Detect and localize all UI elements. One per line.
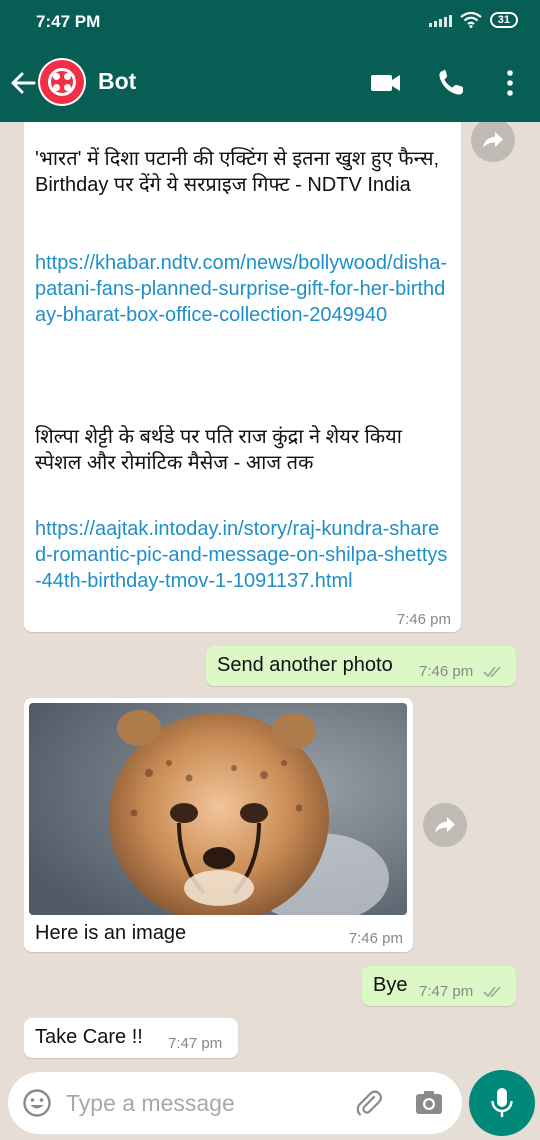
- more-options-icon[interactable]: [496, 68, 524, 98]
- outgoing-message[interactable]: Bye 7:47 pm: [362, 966, 516, 1006]
- news-link-1[interactable]: https://khabar.ndtv.com/news/bollywood/d…: [35, 250, 450, 328]
- forward-icon: [483, 132, 503, 148]
- status-indicators: 31: [428, 12, 518, 28]
- chat-messages[interactable]: 'भारत' में दिशा पटानी की एक्टिंग से इतना…: [0, 122, 540, 1072]
- cheetah-cub-photo[interactable]: [29, 703, 407, 915]
- wifi-icon: [460, 12, 482, 28]
- chat-header: Bot: [0, 44, 540, 122]
- battery-level: 31: [489, 12, 518, 28]
- status-bar: 7:47 PM 31: [0, 0, 540, 44]
- mic-icon: [491, 1088, 513, 1117]
- mic-button[interactable]: [469, 1070, 535, 1136]
- news-headline-1: 'भारत' में दिशा पटानी की एक्टिंग से इतना…: [35, 148, 440, 196]
- back-arrow-icon[interactable]: [8, 68, 38, 98]
- news-link-2[interactable]: https://aajtak.intoday.in/story/raj-kund…: [35, 516, 450, 594]
- image-caption: Here is an image: [35, 922, 187, 944]
- camera-icon[interactable]: [414, 1088, 444, 1118]
- emoji-icon[interactable]: [22, 1088, 52, 1118]
- message-composer: [0, 1070, 540, 1140]
- message-time: 7:47 pm: [168, 1035, 223, 1052]
- incoming-message-image[interactable]: Here is an image 7:46 pm: [24, 698, 413, 952]
- video-call-icon[interactable]: [370, 68, 402, 98]
- forward-button[interactable]: [471, 122, 515, 162]
- message-text: Bye: [373, 974, 408, 996]
- message-time: 7:46 pm: [419, 663, 474, 680]
- message-time: 7:46 pm: [396, 611, 451, 628]
- avatar[interactable]: [38, 58, 86, 106]
- contact-name[interactable]: Bot: [98, 68, 136, 95]
- attach-icon[interactable]: [354, 1088, 384, 1118]
- message-input[interactable]: [66, 1084, 336, 1122]
- news-headline-2: शिल्पा शेट्टी के बर्थडे पर पति राज कुंद्…: [35, 426, 402, 474]
- message-time: 7:46 pm: [348, 930, 403, 947]
- incoming-message[interactable]: Take Care !! 7:47 pm: [24, 1018, 238, 1058]
- message-input-box[interactable]: [8, 1072, 462, 1134]
- forward-icon: [435, 817, 455, 833]
- signal-icon: [428, 13, 452, 27]
- status-time: 7:47 PM: [36, 12, 101, 31]
- double-check-icon: [483, 986, 501, 998]
- forward-button[interactable]: [423, 803, 467, 847]
- message-text: Send another photo: [217, 654, 393, 676]
- phone-icon[interactable]: [436, 68, 468, 98]
- message-text: Take Care !!: [35, 1026, 143, 1048]
- message-time: 7:47 pm: [419, 983, 474, 1000]
- incoming-message-news[interactable]: 'भारत' में दिशा पटानी की एक्टिंग से इतना…: [24, 122, 461, 632]
- outgoing-message[interactable]: Send another photo 7:46 pm: [206, 646, 516, 686]
- double-check-icon: [483, 666, 501, 678]
- twilio-logo-icon: [40, 60, 84, 104]
